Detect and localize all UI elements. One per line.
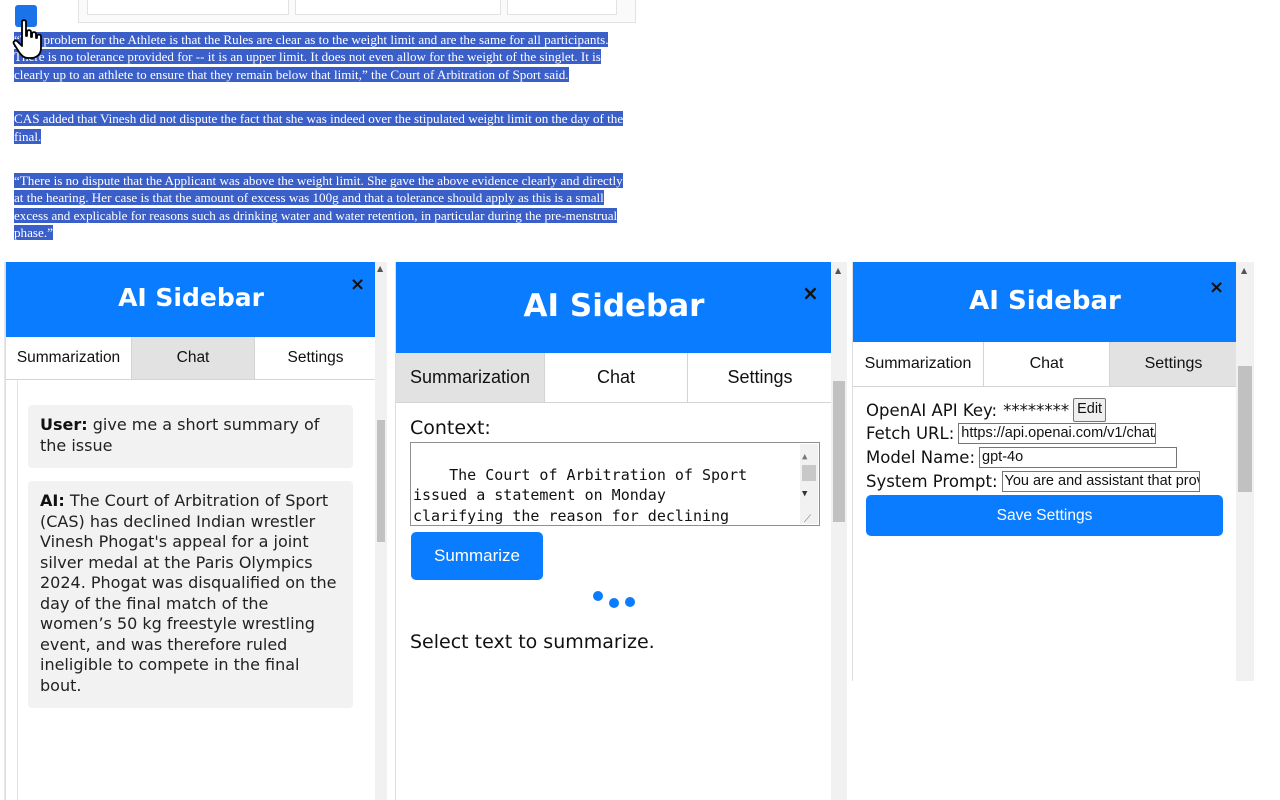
system-prompt-input[interactable]: You are and assistant that provides summ… (1001, 471, 1200, 492)
ai-message: AI: The Court of Arbitration of Sport (C… (28, 481, 353, 708)
tab-label: Chat (596, 367, 636, 387)
tab-bar: Summarization Chat Settings (853, 342, 1237, 387)
api-key-label: OpenAI API Key: (866, 400, 998, 420)
hand-cursor-icon (12, 19, 42, 59)
tab-label: Summarization (864, 355, 972, 372)
model-name-input[interactable]: gpt-4o (979, 447, 1178, 468)
model-name-row: Model Name: gpt-4o (866, 447, 1178, 468)
settings-scrollbar[interactable]: ▲ (1236, 262, 1254, 681)
tab-bar: Summarization Chat Settings (6, 337, 376, 380)
ai-sidebar-chat-panel: AI Sidebar × Summarization Chat Settings… (5, 262, 376, 800)
scrollbar-thumb[interactable] (1238, 366, 1252, 492)
tab-label: Settings (727, 367, 793, 387)
paragraph-text: “There is no dispute that the Applicant … (14, 173, 623, 241)
article-paragraph: “There is no dispute that the Applicant … (14, 172, 630, 242)
api-key-value: ******** (1003, 400, 1070, 420)
sidebar-title: AI Sidebar (523, 288, 705, 324)
article-paragraph: “The problem for the Athlete is that the… (14, 31, 630, 83)
sidebar-header: AI Sidebar (6, 262, 376, 337)
spinner-dot (593, 591, 603, 601)
system-prompt-row: System Prompt: You are and assistant tha… (866, 471, 1200, 492)
sidebar-header: AI Sidebar (396, 262, 832, 353)
summary-status: Select text to summarize. (410, 631, 655, 653)
chat-scrollbar[interactable]: ▲ (375, 262, 387, 800)
ai-sidebar-settings-panel: AI Sidebar × Summarization Chat Settings… (852, 262, 1237, 681)
textarea-scrollbar[interactable]: ▲ ▼ ⟋ (800, 444, 818, 525)
save-settings-button[interactable]: Save Settings (866, 495, 1223, 536)
tab-chat[interactable]: Chat (132, 337, 255, 379)
resize-handle-icon[interactable]: ⟋ (804, 510, 811, 525)
tab-settings[interactable]: Settings (255, 337, 376, 379)
scrollbar-thumb[interactable] (833, 381, 845, 522)
tab-settings[interactable]: Settings (688, 353, 832, 402)
tab-label: Summarization (16, 349, 121, 366)
fetch-url-input[interactable]: https://api.openai.com/v1/chat/completio… (958, 423, 1157, 444)
edit-api-key-button[interactable]: Edit (1073, 398, 1107, 422)
divider (17, 380, 18, 800)
tab-label: Chat (1029, 355, 1064, 372)
summarization-scrollbar[interactable]: ▲ (831, 262, 847, 800)
thumbnail-card[interactable] (507, 0, 617, 15)
ai-sidebar-summarization-panel: AI Sidebar × Summarization Chat Settings… (395, 262, 832, 800)
tab-label: Settings (1144, 355, 1203, 372)
tab-label: Chat (176, 349, 210, 366)
close-icon[interactable]: × (350, 274, 365, 295)
paragraph-text: The problem for the Athlete is that the … (14, 32, 609, 82)
tab-summarization[interactable]: Summarization (396, 353, 545, 402)
button-label: Summarize (434, 546, 520, 565)
scroll-down-icon[interactable]: ▼ (802, 484, 807, 505)
related-thumbnails (78, 0, 636, 23)
scroll-up-icon[interactable]: ▲ (1241, 266, 1247, 275)
tab-label: Summarization (409, 367, 531, 387)
sidebar-header: AI Sidebar (853, 262, 1237, 342)
tab-chat[interactable]: Chat (984, 342, 1110, 386)
tab-summarization[interactable]: Summarization (853, 342, 984, 386)
message-sender: AI: (40, 491, 65, 510)
tab-bar: Summarization Chat Settings (396, 353, 832, 403)
system-prompt-label: System Prompt: (866, 472, 998, 491)
message-sender: User: (40, 415, 88, 434)
summarize-button[interactable]: Summarize (411, 532, 543, 580)
article-paragraph: CAS added that Vinesh did not dispute th… (14, 110, 630, 145)
scrollbar-thumb[interactable] (802, 465, 816, 481)
paragraph-text: CAS added that Vinesh did not dispute th… (14, 111, 624, 144)
article-body: “The problem for the Athlete is that the… (14, 31, 630, 269)
model-name-label: Model Name: (866, 448, 976, 467)
api-key-row: OpenAI API Key: ******** Edit (866, 398, 1107, 422)
close-icon[interactable]: × (802, 281, 819, 305)
sidebar-title: AI Sidebar (118, 283, 264, 312)
message-text: The Court of Arbitration of Sport (CAS) … (40, 491, 337, 695)
spinner-dot (609, 598, 619, 608)
spinner-dot (625, 597, 635, 607)
context-label: Context: (410, 417, 491, 439)
scroll-up-icon[interactable]: ▲ (377, 264, 383, 273)
fetch-url-label: Fetch URL: (866, 424, 955, 443)
button-label: Save Settings (996, 506, 1093, 524)
thumbnail-card[interactable] (87, 0, 289, 15)
tab-settings[interactable]: Settings (1110, 342, 1237, 386)
scroll-up-icon[interactable]: ▲ (835, 266, 841, 275)
scrollbar-thumb[interactable] (377, 420, 385, 542)
context-text: The Court of Arbitration of Sport issued… (413, 465, 748, 525)
tab-summarization[interactable]: Summarization (6, 337, 132, 379)
fetch-url-row: Fetch URL: https://api.openai.com/v1/cha… (866, 423, 1157, 444)
close-icon[interactable]: × (1209, 277, 1224, 298)
user-message: User: give me a short summary of the iss… (28, 405, 353, 468)
thumbnail-card[interactable] (295, 0, 501, 15)
tab-label: Settings (287, 349, 344, 366)
sidebar-title: AI Sidebar (969, 286, 1121, 316)
tab-chat[interactable]: Chat (545, 353, 688, 402)
context-textarea[interactable]: The Court of Arbitration of Sport issued… (410, 442, 820, 526)
